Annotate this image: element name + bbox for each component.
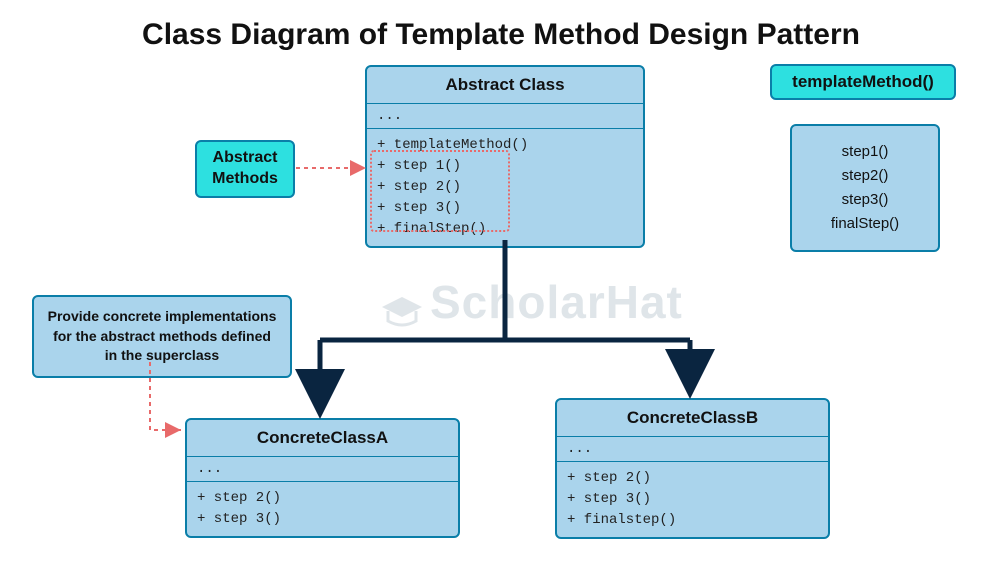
abstract-class-title: Abstract Class <box>367 67 643 104</box>
concrete-class-b-box: ConcreteClassB ... + step 2() + step 3()… <box>555 398 830 539</box>
concrete-class-b-attrs: ... <box>557 437 828 462</box>
concrete-class-a-attrs: ... <box>187 457 458 482</box>
abstract-methods-label: Abstract Methods <box>195 140 295 198</box>
concrete-class-a-box: ConcreteClassA ... + step 2() + step 3() <box>185 418 460 538</box>
template-method-label: templateMethod() <box>770 64 956 100</box>
abstract-class-attrs: ... <box>367 104 643 129</box>
watermark-icon <box>380 288 424 324</box>
watermark: ScholarHat <box>380 275 683 329</box>
concrete-class-a-methods: + step 2() + step 3() <box>187 482 458 536</box>
concrete-class-b-methods: + step 2() + step 3() + finalstep() <box>557 462 828 537</box>
abstract-class-methods: + templateMethod() + step 1() + step 2()… <box>367 129 643 246</box>
diagram-title: Class Diagram of Template Method Design … <box>0 18 1002 52</box>
abstract-class-box: Abstract Class ... + templateMethod() + … <box>365 65 645 248</box>
concrete-class-a-title: ConcreteClassA <box>187 420 458 457</box>
template-steps-box: step1() step2() step3() finalStep() <box>790 124 940 252</box>
concrete-class-b-title: ConcreteClassB <box>557 400 828 437</box>
implementation-note: Provide concrete implementations for the… <box>32 295 292 378</box>
